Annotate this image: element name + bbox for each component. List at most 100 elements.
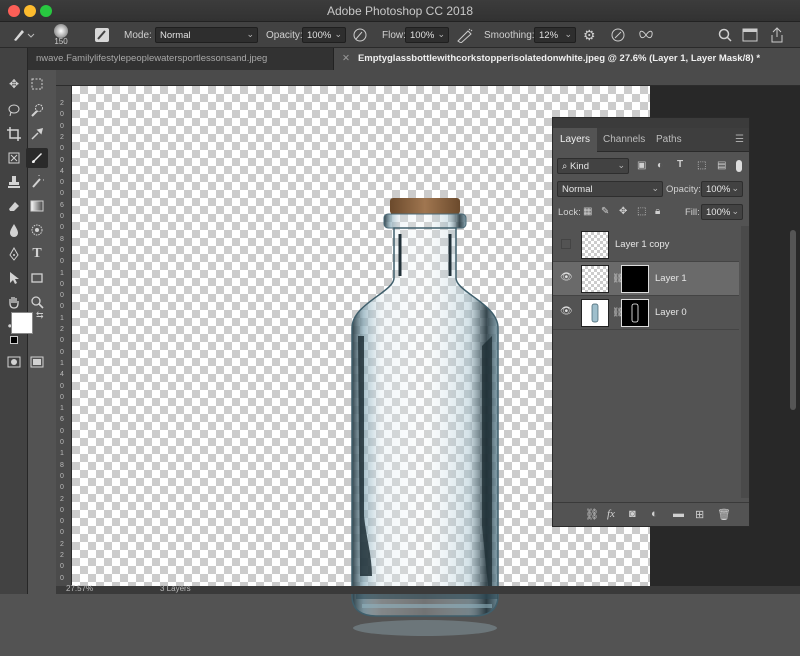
airbrush-icon[interactable]	[456, 22, 474, 48]
layer-name[interactable]: Layer 1 copy	[615, 239, 669, 250]
panel-menu-icon[interactable]: ☰	[735, 134, 744, 145]
ruler-digit: 0	[60, 337, 64, 345]
lock-transparent-icon[interactable]: ▦	[583, 206, 592, 217]
layer-name[interactable]: Layer 0	[655, 307, 687, 318]
dodge-icon[interactable]	[26, 220, 48, 240]
vertical-ruler[interactable]: 2 0 0 2 0 0 4 0 0 6 0 0 8 0 0 1 0 0 0 1 2 0 0 1 4 0 0 1 6 0 0 1 8 0 0 2 0 0 0 2…	[56, 86, 72, 594]
quick-select-icon[interactable]	[26, 100, 48, 120]
blend-mode-select[interactable]: Normal ⌄	[557, 181, 663, 197]
layer-name[interactable]: Layer 1	[655, 273, 687, 284]
ruler-digit: 4	[60, 167, 64, 175]
swap-colors-icon[interactable]: ⇆	[36, 310, 44, 321]
layer-thumbnail[interactable]	[581, 265, 609, 293]
brush-settings-icon[interactable]	[94, 22, 110, 48]
brush-picker[interactable]: 150	[54, 22, 68, 48]
close-icon[interactable]: ✕	[342, 53, 350, 64]
filter-type-icon[interactable]: T	[677, 159, 683, 170]
move-icon[interactable]: ✥	[3, 74, 25, 94]
crop-icon[interactable]	[3, 124, 25, 144]
layer-thumbnail[interactable]	[581, 299, 609, 327]
shape-icon[interactable]	[26, 268, 48, 288]
layer-opacity-field[interactable]: 100% ⌄	[701, 181, 743, 197]
trash-icon[interactable]: 🗑︎	[717, 508, 731, 521]
opacity-label: Opacity:	[266, 29, 303, 41]
layer-mask-thumbnail[interactable]	[621, 265, 649, 293]
smoothing-field[interactable]: 12% ⌄	[534, 27, 576, 43]
layer-row-layer-1-copy[interactable]: Layer 1 copy	[553, 228, 739, 262]
pressure-opacity-icon[interactable]	[352, 22, 368, 48]
ruler-digit: 0	[60, 439, 64, 446]
eye-icon[interactable]: 👁︎	[560, 273, 573, 283]
eyedropper-icon[interactable]	[26, 124, 48, 144]
frame-icon[interactable]	[3, 148, 25, 168]
ruler-digit: 8	[60, 461, 64, 469]
layer-style-fx-icon[interactable]: fx	[607, 508, 615, 520]
marquee-icon[interactable]	[26, 74, 48, 94]
gradient-icon[interactable]	[26, 196, 48, 216]
chevron-down-icon: ⌄	[564, 29, 572, 39]
filter-kind-select[interactable]: ⌕ Kind ⌄	[557, 158, 629, 174]
workspace-icon[interactable]	[742, 22, 758, 48]
add-mask-icon[interactable]: ◙	[629, 508, 636, 520]
filter-smart-object-icon[interactable]: ▤	[717, 160, 726, 171]
filter-pixel-icon[interactable]: ▣	[637, 160, 646, 171]
brush-icon[interactable]	[26, 148, 48, 168]
layers-scrollbar[interactable]	[741, 226, 749, 498]
pen-icon[interactable]	[3, 244, 25, 264]
lock-artboard-icon[interactable]: ⬚	[637, 206, 646, 217]
canvas-scrollbar[interactable]	[790, 230, 796, 410]
lock-position-icon[interactable]: ✥	[619, 206, 627, 217]
new-layer-icon[interactable]: ⊞	[695, 508, 704, 521]
ruler-digit: 2	[60, 100, 64, 107]
tab-paths[interactable]: Paths	[649, 128, 689, 152]
tab-channels[interactable]: Channels	[596, 128, 652, 152]
tab-layers[interactable]: Layers	[553, 128, 598, 152]
filter-shape-icon[interactable]: ⬚	[697, 160, 706, 171]
layer-row-layer-1[interactable]: 👁︎ ⛓︎ Layer 1	[553, 262, 739, 296]
share-icon[interactable]	[770, 22, 784, 48]
zoom-icon[interactable]	[26, 292, 48, 312]
screen-mode-icon[interactable]	[26, 352, 48, 372]
search-icon[interactable]	[718, 22, 732, 48]
history-brush-icon[interactable]	[26, 172, 48, 192]
lock-image-icon[interactable]: ✎	[601, 206, 609, 217]
lock-all-icon[interactable]: 🔒︎	[655, 206, 660, 217]
layer-row-layer-0[interactable]: 👁︎ ⛓︎ Layer 0	[553, 296, 739, 330]
symmetry-butterfly-icon[interactable]	[638, 22, 654, 48]
link-layers-icon[interactable]: ⛓︎	[585, 508, 599, 521]
tab-empty-glass-bottle[interactable]: ✕ Emptyglassbottlewithcorkstopperisolated…	[334, 48, 800, 70]
stamp-icon[interactable]	[3, 172, 25, 192]
default-colors-icon[interactable]	[10, 336, 18, 344]
fill-field[interactable]: 100% ⌄	[701, 204, 743, 220]
hand-icon[interactable]	[3, 292, 25, 312]
document-info[interactable]: 3 Layers	[160, 584, 191, 593]
panel-grip[interactable]	[553, 118, 749, 128]
ruler-digit: 0	[60, 145, 64, 153]
quick-mask-icon[interactable]	[3, 352, 25, 372]
mode-select[interactable]: Normal ⌄	[155, 27, 258, 43]
horizontal-ruler[interactable]	[56, 70, 800, 86]
lasso-icon[interactable]	[3, 100, 25, 120]
zoom-level[interactable]: 27.57%	[66, 584, 93, 593]
path-select-icon[interactable]	[3, 268, 25, 288]
tools-panel: ✥ ••• T	[0, 48, 48, 594]
brush-tool-preset-icon[interactable]	[10, 22, 36, 48]
blend-row: Normal ⌄ Opacity: 100% ⌄	[553, 179, 749, 201]
visibility-toggle-off[interactable]	[561, 239, 571, 249]
layer-mask-thumbnail[interactable]	[621, 299, 649, 327]
filter-adjustment-icon[interactable]: ◐	[657, 160, 663, 171]
smoothing-gear-icon[interactable]: ⚙	[583, 22, 596, 48]
opacity-field[interactable]: 100% ⌄	[302, 27, 346, 43]
foreground-color-swatch[interactable]	[11, 312, 33, 334]
pressure-size-icon[interactable]	[610, 22, 626, 48]
tab-family-lifestyle[interactable]: nwave.Familylifestylepeoplewatersportles…	[28, 48, 334, 70]
flow-field[interactable]: 100% ⌄	[405, 27, 449, 43]
adjustment-layer-icon[interactable]: ◐	[651, 508, 658, 520]
chevron-down-icon: ⌄	[617, 160, 625, 170]
blur-icon[interactable]	[3, 220, 25, 240]
new-group-folder-icon[interactable]: ▬	[673, 508, 684, 520]
filter-toggle-icon[interactable]	[736, 160, 742, 172]
eye-icon[interactable]: 👁︎	[560, 307, 573, 317]
type-icon[interactable]: T	[26, 244, 48, 264]
eraser-icon[interactable]	[3, 196, 25, 216]
